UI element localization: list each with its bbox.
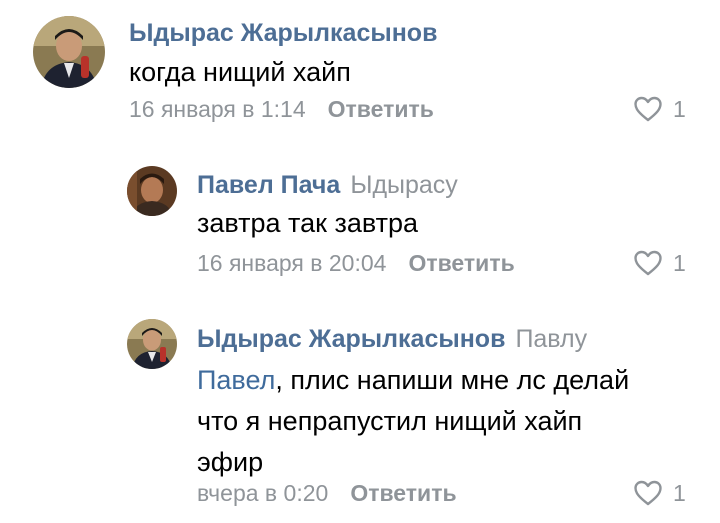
avatar[interactable] bbox=[33, 16, 105, 88]
comment-meta: 16 января в 20:04 Ответить bbox=[197, 250, 515, 277]
like-count: 1 bbox=[673, 249, 686, 276]
reply-to-label[interactable]: Ыдырасу bbox=[350, 171, 458, 199]
comment-text-line: Павел, плис напиши мне лс делай bbox=[197, 360, 629, 401]
comment-author[interactable]: Ыдырас Жарылкасынов bbox=[129, 19, 437, 48]
mention-link[interactable]: Павел bbox=[197, 365, 275, 395]
like-count: 1 bbox=[673, 479, 686, 506]
reply-button[interactable]: Ответить bbox=[408, 250, 514, 276]
comment-text: Павел, плис напиши мне лс делай что я не… bbox=[197, 360, 629, 483]
comment-item: Ыдырас Жарылкасынов когда нищий хайп 16 … bbox=[0, 0, 720, 140]
like-button[interactable]: 1 bbox=[633, 248, 686, 278]
comment-author-name[interactable]: Павел Пача bbox=[197, 171, 340, 199]
avatar[interactable] bbox=[127, 319, 177, 369]
avatar[interactable] bbox=[127, 166, 177, 216]
reply-button[interactable]: Ответить bbox=[350, 480, 456, 506]
comment-time[interactable]: вчера в 0:20 bbox=[197, 480, 328, 506]
comment-text-line: эфир bbox=[197, 447, 264, 477]
like-button[interactable]: 1 bbox=[633, 94, 686, 124]
comment-text-fragment: , плис напиши мне лс делай bbox=[275, 365, 630, 395]
comment-time[interactable]: 16 января в 1:14 bbox=[129, 96, 306, 122]
reply-to-label[interactable]: Павлу bbox=[515, 325, 587, 353]
comment-text-line: что я непрапустил нищий хайп bbox=[197, 406, 583, 436]
comment-meta: вчера в 0:20 Ответить bbox=[197, 480, 457, 507]
comment-text: завтра так завтра bbox=[197, 208, 418, 238]
comment-author[interactable]: Павел Пача Ыдырасу bbox=[197, 171, 458, 200]
comment-time[interactable]: 16 января в 20:04 bbox=[197, 250, 386, 276]
comment-text: когда нищий хайп bbox=[129, 57, 351, 87]
comment-item: Ыдырас Жарылкасынов Павлу Павел, плис нап… bbox=[0, 305, 720, 523]
heart-outline-icon bbox=[634, 250, 662, 276]
avatar-photo bbox=[33, 16, 105, 88]
avatar-photo bbox=[127, 319, 177, 369]
comment-author-name[interactable]: Ыдырас Жарылкасынов bbox=[197, 325, 505, 353]
reply-button[interactable]: Ответить bbox=[328, 96, 434, 122]
heart-outline-icon bbox=[634, 480, 662, 506]
heart-outline-icon bbox=[634, 96, 662, 122]
comment-meta: 16 января в 1:14 Ответить bbox=[129, 96, 434, 123]
comment-author[interactable]: Ыдырас Жарылкасынов Павлу bbox=[197, 325, 587, 354]
like-count: 1 bbox=[673, 95, 686, 122]
like-button[interactable]: 1 bbox=[633, 478, 686, 508]
comment-item: Павел Пача Ыдырасу завтра так завтра 16 я… bbox=[0, 150, 720, 300]
avatar-photo bbox=[127, 166, 177, 216]
